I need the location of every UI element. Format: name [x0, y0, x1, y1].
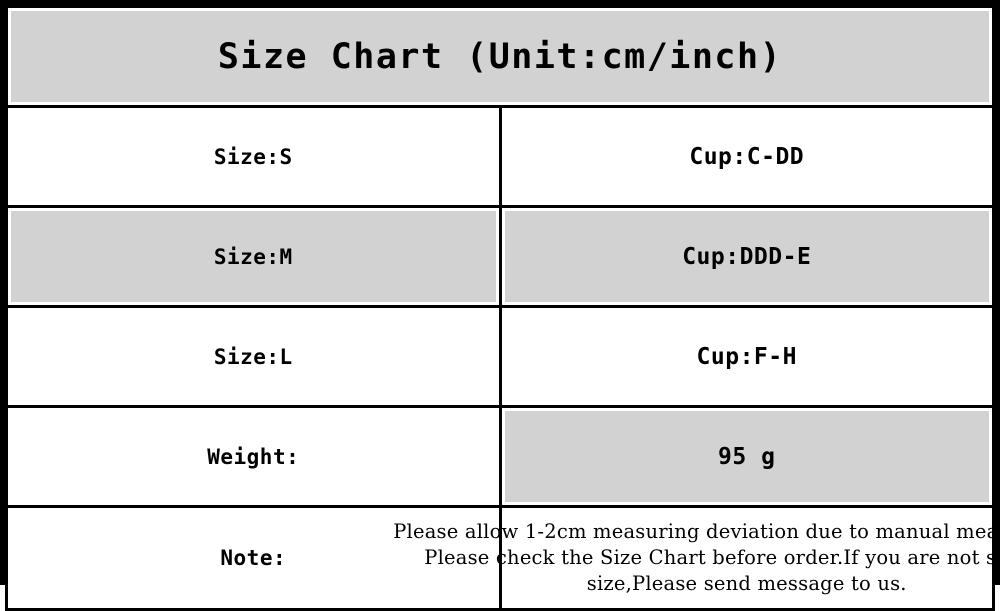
row-label-fill-weight: Weight:	[8, 408, 499, 505]
row-value-cell-size-m: Cup:DDD-E	[498, 205, 995, 308]
page-title: Size Chart (Unit:cm/inch)	[217, 36, 783, 77]
note-line-1: Please allow 1-2cm measuring deviation d…	[393, 520, 1000, 543]
row-label-cell-size-l: Size:L	[5, 305, 502, 408]
table-row: Size:L Cup:F-H	[5, 305, 995, 408]
row-value-weight: 95 g	[718, 443, 776, 470]
row-value-fill-size-m: Cup:DDD-E	[504, 211, 989, 302]
row-value-size-l: Cup:F-H	[696, 343, 797, 370]
note-row: Note: Please allow 1-2cm measuring devia…	[5, 505, 1000, 611]
size-chart-body: Size Chart (Unit:cm/inch) Size:S Cup:C-D…	[5, 5, 1000, 611]
row-label-fill-size-m: Size:M	[11, 211, 496, 302]
title-cell: Size Chart (Unit:cm/inch)	[5, 5, 995, 108]
note-value-fill: Please allow 1-2cm measuring deviation d…	[393, 508, 1000, 608]
row-label-size-l: Size:L	[213, 344, 293, 369]
size-chart-table: Size Chart (Unit:cm/inch) Size:S Cup:C-D…	[5, 5, 1000, 611]
note-line-3: size,Please send message to us.	[586, 572, 907, 595]
table-row: Size:M Cup:DDD-E	[5, 205, 995, 308]
note-line-2: Please check the Size Chart before order…	[424, 546, 1000, 569]
note-label: Note:	[220, 546, 287, 570]
row-value-cell-size-s: Cup:C-DD	[498, 105, 995, 208]
row-value-fill-size-l: Cup:F-H	[502, 308, 993, 405]
title-fill: Size Chart (Unit:cm/inch)	[11, 11, 989, 102]
row-label-size-m: Size:M	[213, 244, 293, 269]
note-value-cell: Please allow 1-2cm measuring deviation d…	[393, 505, 1000, 611]
table-row: Size:S Cup:C-DD	[5, 105, 995, 208]
row-label-size-s: Size:S	[213, 144, 293, 169]
row-label-cell-weight: Weight:	[5, 405, 502, 508]
row-label-fill-size-s: Size:S	[8, 108, 499, 205]
title-row: Size Chart (Unit:cm/inch)	[5, 5, 995, 108]
table-row: Weight: 95 g	[5, 405, 995, 508]
row-label-weight: Weight:	[207, 444, 300, 469]
row-value-cell-size-l: Cup:F-H	[498, 305, 995, 408]
row-value-size-s: Cup:C-DD	[689, 143, 805, 170]
row-label-fill-size-l: Size:L	[8, 308, 499, 405]
size-chart-frame: Size Chart (Unit:cm/inch) Size:S Cup:C-D…	[0, 0, 1000, 611]
row-value-fill-size-s: Cup:C-DD	[502, 108, 993, 205]
row-value-size-m: Cup:DDD-E	[682, 243, 812, 270]
row-label-cell-size-m: Size:M	[5, 205, 502, 308]
note-text: Please allow 1-2cm measuring deviation d…	[387, 519, 1000, 597]
row-label-cell-size-s: Size:S	[5, 105, 502, 208]
row-value-fill-weight: 95 g	[504, 411, 989, 502]
row-value-cell-weight: 95 g	[498, 405, 995, 508]
